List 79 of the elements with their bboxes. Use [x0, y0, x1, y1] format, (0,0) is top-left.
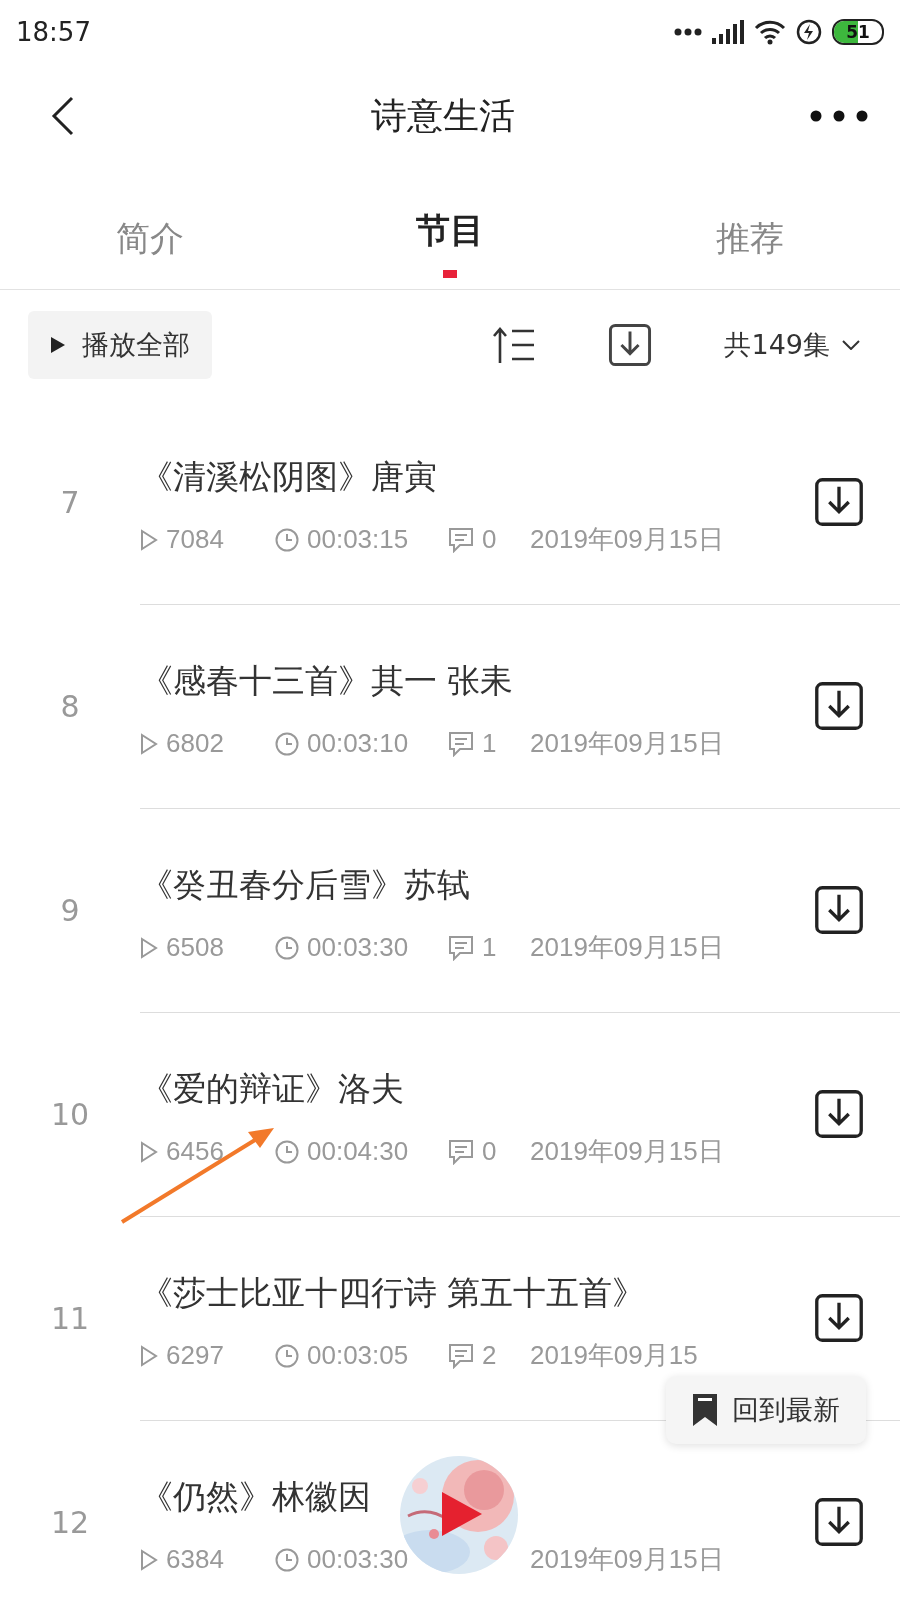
comment-count: 1 — [482, 932, 497, 963]
duration: 00:03:30 — [307, 1544, 409, 1575]
clock-icon — [275, 935, 299, 960]
play-count: 6456 — [166, 1136, 224, 1167]
play-icon — [140, 528, 158, 551]
chevron-down-icon — [842, 340, 860, 350]
play-icon — [140, 1548, 158, 1571]
clock-icon — [275, 731, 299, 756]
back-to-latest-button[interactable]: 回到最新 — [666, 1376, 866, 1444]
wifi-icon — [754, 19, 786, 45]
download-icon[interactable] — [814, 1089, 864, 1139]
comment-icon — [448, 1342, 474, 1369]
duration: 00:03:15 — [307, 524, 409, 555]
episode-number: 8 — [59, 688, 81, 724]
episode-number: 7 — [59, 484, 81, 520]
publish-date: 2019年09月15日 — [530, 1135, 724, 1168]
publish-date: 2019年09月15日 — [530, 1543, 724, 1576]
episode-number: 12 — [49, 1504, 91, 1540]
comment-icon — [448, 934, 474, 961]
episode-title[interactable]: 《仍然》林徽因 — [140, 1475, 371, 1520]
comment-icon — [448, 526, 474, 553]
more-icon — [810, 110, 868, 122]
comment-icon — [448, 1138, 474, 1165]
comment-icon — [448, 730, 474, 757]
play-icon[interactable] — [440, 1490, 484, 1538]
play-count: 6297 — [166, 1340, 224, 1371]
comment-count: 1 — [482, 728, 497, 759]
play-count: 6384 — [166, 1544, 224, 1575]
publish-date: 2019年09月15日 — [530, 727, 724, 760]
tab[interactable]: 推荐 — [600, 168, 900, 289]
episode-title[interactable]: 《癸丑春分后雪》苏轼 — [140, 863, 470, 908]
publish-date: 2019年09月15 — [530, 1339, 698, 1372]
duration: 00:04:30 — [307, 1136, 409, 1167]
play-count: 6802 — [166, 728, 224, 759]
play-icon — [50, 336, 66, 354]
download-icon[interactable] — [814, 681, 864, 731]
download-icon[interactable] — [814, 477, 864, 527]
publish-date: 2019年09月15日 — [530, 523, 724, 556]
download-icon[interactable] — [608, 323, 653, 367]
play-icon — [140, 1140, 158, 1163]
charging-icon — [796, 19, 822, 45]
download-icon[interactable] — [814, 885, 864, 935]
play-icon — [140, 732, 158, 755]
dots-icon — [674, 28, 702, 36]
play-icon — [140, 936, 158, 959]
play-all-button[interactable]: 播放全部 — [28, 311, 212, 379]
page-title: 诗意生活 — [371, 93, 515, 138]
comment-count: 2 — [482, 1340, 497, 1371]
play-count: 6508 — [166, 932, 224, 963]
tab[interactable]: 简介 — [0, 168, 300, 289]
episode-number: 11 — [49, 1300, 91, 1336]
clock-icon — [275, 1139, 299, 1164]
back-icon — [50, 96, 76, 136]
clock-icon — [275, 527, 299, 552]
clock-icon — [275, 1547, 299, 1572]
episode-count-dropdown[interactable]: 共149集 — [724, 327, 860, 363]
bookmark-icon — [692, 1393, 718, 1427]
episode-number: 9 — [59, 892, 81, 928]
episode-title[interactable]: 《感春十三首》其一 张耒 — [140, 659, 514, 704]
publish-date: 2019年09月15日 — [530, 931, 724, 964]
tab[interactable]: 节目 — [300, 168, 600, 289]
comment-count: 0 — [482, 1136, 497, 1167]
clock-time: 18:57 — [16, 17, 91, 47]
duration: 00:03:30 — [307, 932, 409, 963]
clock-icon — [275, 1343, 299, 1368]
episode-number: 10 — [49, 1096, 91, 1132]
battery-indicator: 51 — [832, 19, 884, 45]
play-icon — [140, 1344, 158, 1367]
sort-icon[interactable] — [492, 326, 537, 364]
comment-count: 0 — [482, 524, 497, 555]
download-icon[interactable] — [814, 1497, 864, 1547]
download-icon[interactable] — [814, 1293, 864, 1343]
duration: 00:03:05 — [307, 1340, 409, 1371]
play-count: 7084 — [166, 524, 224, 555]
episode-title[interactable]: 《清溪松阴图》唐寅 — [140, 455, 437, 500]
episode-title[interactable]: 《莎士比亚十四行诗 第五十五首》 — [140, 1271, 646, 1316]
episode-title[interactable]: 《爱的辩证》洛夫 — [140, 1067, 404, 1112]
duration: 00:03:10 — [307, 728, 409, 759]
signal-icon — [712, 20, 744, 44]
